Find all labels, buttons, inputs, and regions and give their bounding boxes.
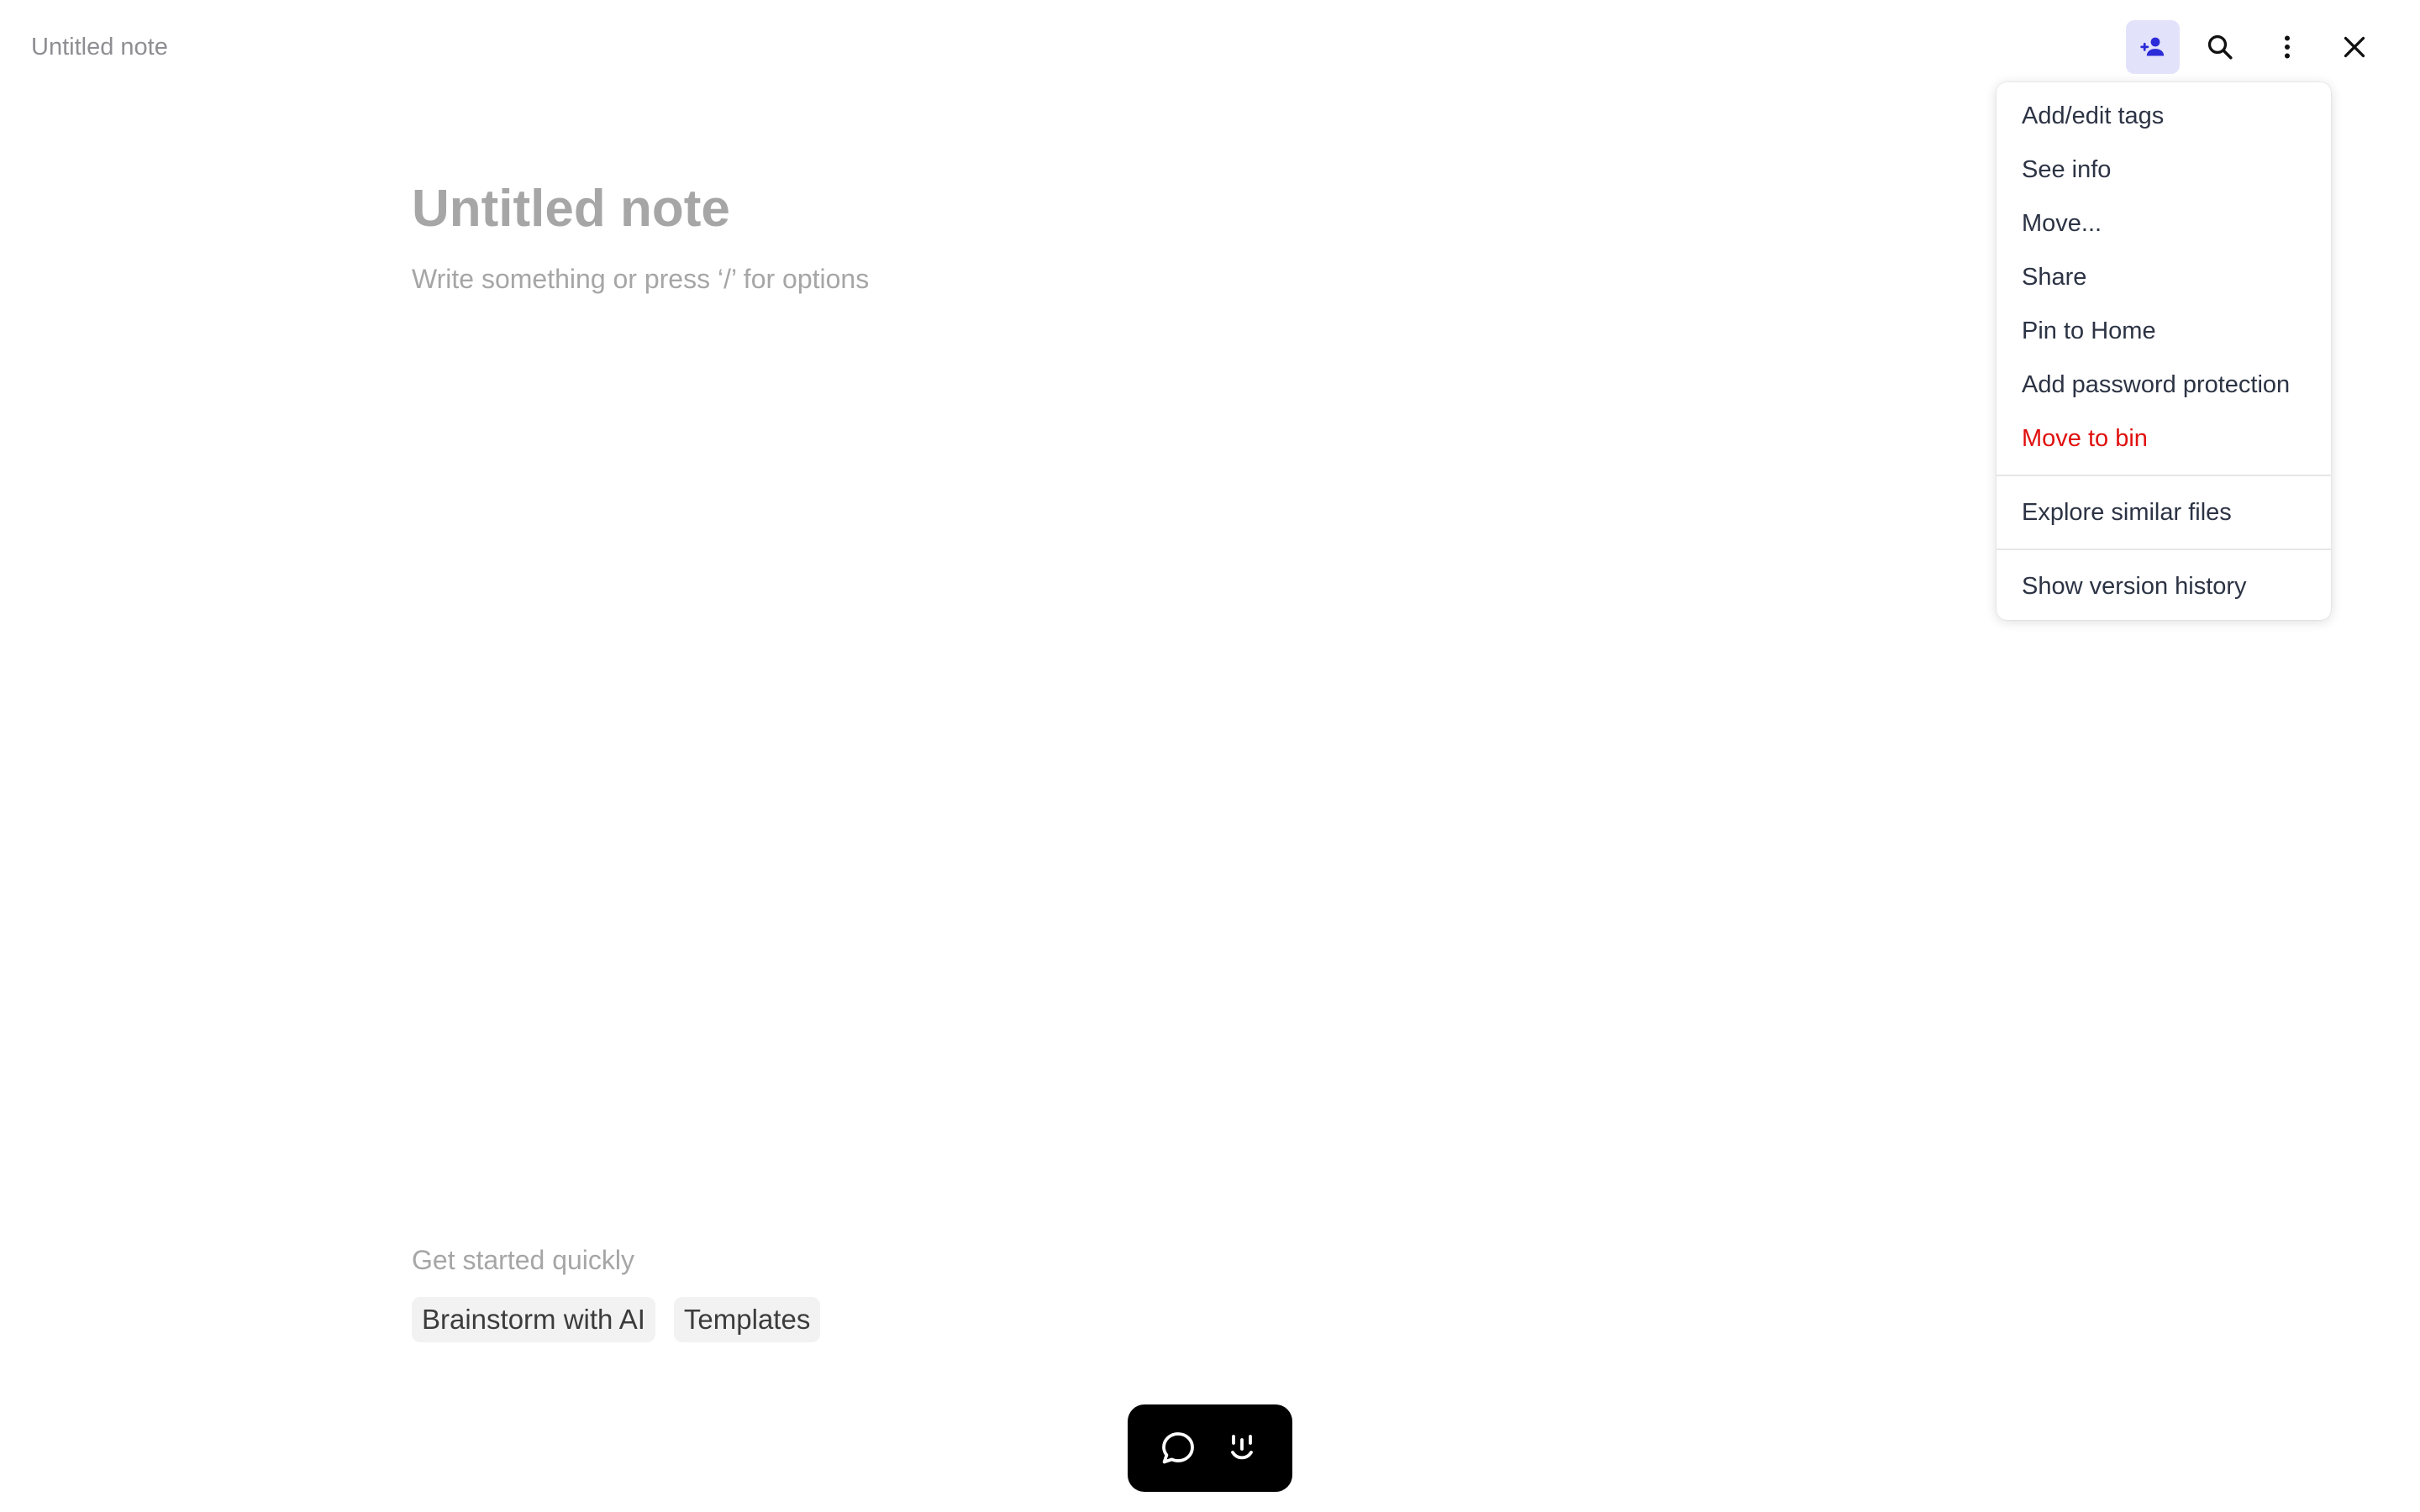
search-button[interactable] — [2193, 20, 2247, 74]
menu-item-add-edit-tags[interactable]: Add/edit tags — [1996, 89, 2331, 143]
menu-item-pin-to-home[interactable]: Pin to Home — [1996, 304, 2331, 358]
brainstorm-with-ai-button[interactable]: Brainstorm with AI — [412, 1297, 655, 1342]
menu-item-share[interactable]: Share — [1996, 250, 2331, 304]
assistant-button[interactable] — [1213, 1419, 1271, 1478]
editor: Untitled note Write something or press ‘… — [412, 176, 1924, 297]
person-add-icon — [2140, 37, 2165, 56]
chat-bubble-icon — [1162, 1432, 1194, 1464]
assistant-bar — [1128, 1404, 1292, 1492]
more-options-button[interactable] — [2260, 20, 2314, 74]
close-button[interactable] — [2328, 20, 2381, 74]
note-editor-page: Untitled note Untitled note Write someth… — [0, 0, 2420, 1512]
search-icon — [2207, 34, 2233, 60]
quick-start-section: Get started quickly Brainstorm with AI T… — [412, 1242, 821, 1342]
menu-item-move[interactable]: Move... — [1996, 197, 2331, 250]
close-icon — [2344, 36, 2365, 58]
menu-item-explore-similar-files[interactable]: Explore similar files — [1996, 486, 2331, 539]
note-body-input[interactable]: Write something or press ‘/’ for options — [412, 260, 1924, 297]
window-title: Untitled note — [31, 34, 168, 60]
quick-start-label: Get started quickly — [412, 1245, 634, 1275]
templates-button[interactable]: Templates — [673, 1297, 821, 1342]
smiley-face-icon — [1231, 1435, 1253, 1460]
chat-button[interactable] — [1149, 1419, 1207, 1478]
menu-item-add-password-protection[interactable]: Add password protection — [1996, 358, 2331, 412]
quick-start-chips: Brainstorm with AI Templates — [412, 1297, 821, 1342]
menu-divider — [1996, 549, 2331, 550]
more-vertical-icon — [2285, 35, 2290, 59]
menu-item-show-version-history[interactable]: Show version history — [1996, 559, 2331, 613]
menu-item-move-to-bin[interactable]: Move to bin — [1996, 412, 2331, 465]
share-people-button[interactable] — [2126, 20, 2180, 74]
menu-divider — [1996, 475, 2331, 476]
menu-item-see-info[interactable]: See info — [1996, 143, 2331, 197]
note-title-input[interactable]: Untitled note — [412, 176, 1924, 242]
more-options-menu: Add/edit tags See info Move... Share Pin… — [1996, 82, 2331, 620]
toolbar — [2126, 20, 2381, 74]
